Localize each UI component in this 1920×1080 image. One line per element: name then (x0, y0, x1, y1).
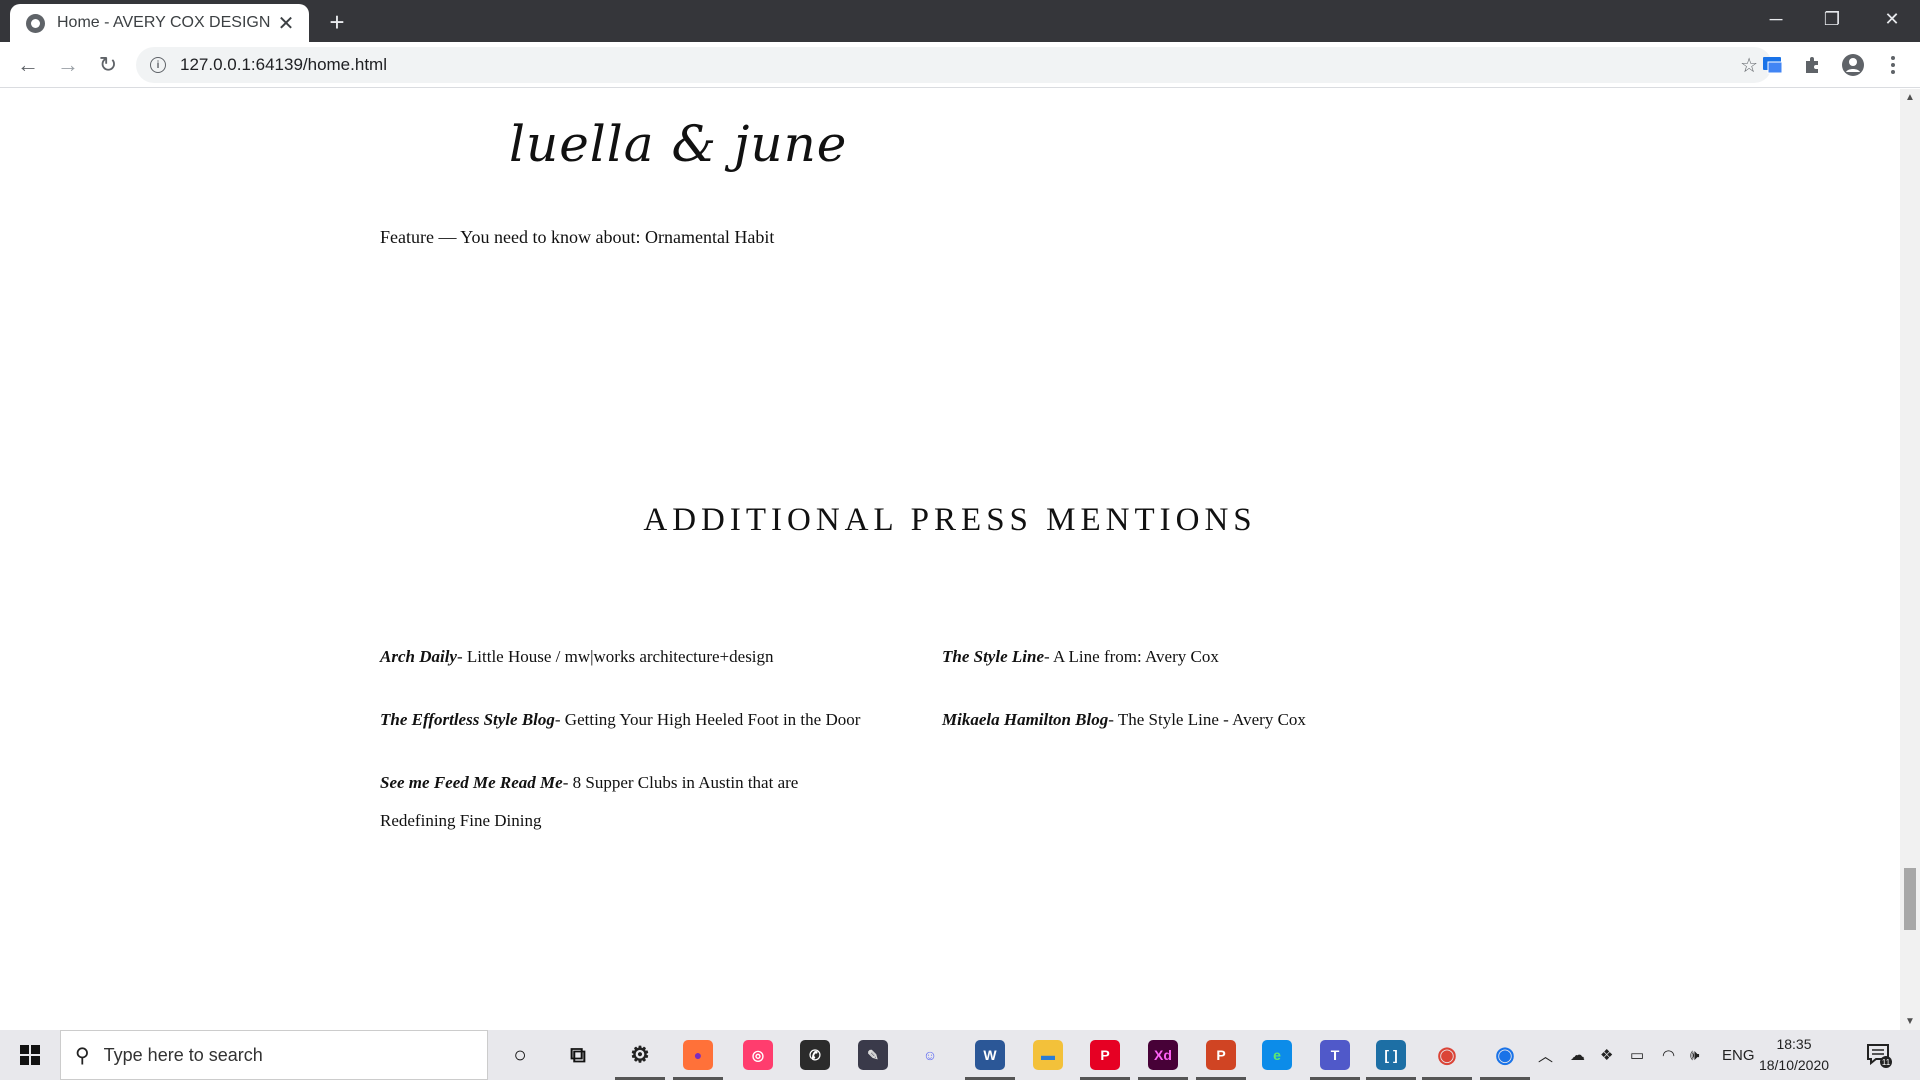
extensions-puzzle-icon[interactable] (1800, 52, 1826, 78)
search-icon: ⚲ (75, 1044, 90, 1067)
pinterest-icon[interactable]: P (1090, 1040, 1120, 1070)
adobe-xd-icon[interactable]: Xd (1148, 1040, 1178, 1070)
reload-button[interactable]: ↻ (92, 49, 124, 81)
site-info-icon[interactable]: i (150, 57, 166, 73)
notification-center-icon[interactable]: 11 (1866, 1042, 1892, 1068)
dropbox-icon[interactable]: ❖ (1600, 1030, 1613, 1080)
mention-source[interactable]: Arch Daily (380, 647, 457, 666)
page-viewport: luella & june Feature — You need to know… (0, 89, 1900, 1030)
edge-icon[interactable]: e (1262, 1040, 1292, 1070)
onedrive-sync-icon[interactable]: ☁ (1570, 1030, 1585, 1080)
mention-source[interactable]: The Style Line (942, 647, 1044, 666)
press-mention[interactable]: See me Feed Me Read Me- 8 Supper Clubs i… (380, 764, 840, 840)
windows-logo-icon (20, 1045, 40, 1065)
mention-title[interactable]: - The Style Line - Avery Cox (1108, 710, 1306, 729)
tab-title: Home - AVERY COX DESIGN (57, 14, 271, 31)
close-tab-icon[interactable]: ✕ (275, 12, 297, 35)
notification-count: 11 (1882, 1058, 1891, 1067)
mention-title[interactable]: - A Line from: Avery Cox (1044, 647, 1219, 666)
file-explorer-icon[interactable]: ▬ (1033, 1040, 1063, 1070)
bookmark-star-icon[interactable]: ☆ (1740, 53, 1758, 78)
mention-title[interactable]: - Getting Your High Heeled Foot in the D… (555, 710, 861, 729)
mention-source[interactable]: See me Feed Me Read Me (380, 773, 563, 792)
restore-button[interactable]: ❐ (1804, 0, 1860, 38)
taskbar-clock[interactable]: 18:35 18/10/2020 (1752, 1034, 1836, 1076)
mention-source[interactable]: The Effortless Style Blog (380, 710, 555, 729)
menu-kebab-icon[interactable] (1880, 52, 1906, 78)
creative-cloud-icon[interactable]: ◎ (743, 1040, 773, 1070)
search-placeholder[interactable]: Type here to search (104, 1045, 263, 1066)
press-mention[interactable]: The Effortless Style Blog- Getting Your … (380, 701, 900, 739)
clock-time: 18:35 (1776, 1036, 1812, 1052)
pen-app-icon[interactable]: ✎ (858, 1040, 888, 1070)
mention-source[interactable]: Mikaela Hamilton Blog (942, 710, 1108, 729)
scroll-down-arrow-icon[interactable]: ▼ (1900, 1013, 1920, 1030)
clock-date: 18/10/2020 (1758, 1057, 1830, 1073)
powerpoint-icon[interactable]: P (1206, 1040, 1236, 1070)
forward-button[interactable]: → (52, 49, 84, 81)
browser-tab[interactable]: Home - AVERY COX DESIGN ✕ (10, 4, 309, 42)
new-tab-button[interactable]: + (322, 7, 352, 37)
feature-link[interactable]: Feature — You need to know about: Orname… (380, 227, 774, 248)
chrome-icon[interactable]: ◉ (1490, 1040, 1520, 1070)
browser-titlebar: Home - AVERY COX DESIGN ✕ + ─ ❐ ✕ (0, 0, 1920, 42)
whatsapp-icon[interactable]: ✆ (800, 1040, 830, 1070)
press-mention[interactable]: Mikaela Hamilton Blog- The Style Line - … (942, 701, 1462, 739)
volume-icon[interactable]: 🕪 (1690, 1030, 1699, 1080)
taskbar-search[interactable]: ⚲ Type here to search (60, 1030, 488, 1080)
scrollbar-thumb[interactable] (1904, 868, 1916, 930)
page-scrollbar[interactable]: ▲ ▼ (1900, 89, 1920, 1030)
profile-avatar-icon[interactable] (1840, 52, 1866, 78)
brackets-icon[interactable]: [ ] (1376, 1040, 1406, 1070)
discord-icon[interactable]: ☺ (915, 1040, 945, 1070)
globe-icon (26, 13, 45, 33)
cast-extension-icon[interactable] (1760, 52, 1786, 78)
address-bar[interactable]: i 127.0.0.1:64139/home.html ☆ (136, 47, 1772, 83)
language-indicator[interactable]: ENG (1722, 1030, 1755, 1080)
teams-icon[interactable]: T (1320, 1040, 1350, 1070)
wifi-icon[interactable]: ◠ (1662, 1030, 1675, 1080)
press-mention[interactable]: The Style Line- A Line from: Avery Cox (942, 638, 1462, 676)
press-mention[interactable]: Arch Daily- Little House / mw|works arch… (380, 638, 900, 676)
word-icon[interactable]: W (975, 1040, 1005, 1070)
scroll-up-arrow-icon[interactable]: ▲ (1900, 89, 1920, 106)
start-button[interactable] (0, 1030, 60, 1080)
browser-toolbar: ← → ↻ i 127.0.0.1:64139/home.html ☆ (0, 42, 1920, 88)
mention-title[interactable]: - Little House / mw|works architecture+d… (457, 647, 774, 666)
firefox-icon[interactable]: ● (683, 1040, 713, 1070)
settings-icon[interactable]: ⚙ (625, 1040, 655, 1070)
battery-icon[interactable]: ▭ (1630, 1030, 1644, 1080)
back-button[interactable]: ← (12, 49, 44, 81)
url-text[interactable]: 127.0.0.1:64139/home.html (180, 55, 1740, 75)
chrome-profile-icon[interactable]: ◉ (1432, 1040, 1462, 1070)
luella-june-logo[interactable]: luella & june (509, 115, 847, 173)
show-hidden-icons-chevron-icon[interactable]: ︿ (1538, 1030, 1553, 1080)
minimize-button[interactable]: ─ (1748, 0, 1804, 38)
cortana-icon[interactable]: ○ (505, 1040, 535, 1070)
press-heading: ADDITIONAL PRESS MENTIONS (643, 502, 1257, 538)
close-window-button[interactable]: ✕ (1864, 0, 1920, 38)
windows-taskbar: ⚲ Type here to search ○ ⧉ ⚙ ● ◎ ✆ ✎ ☺ W ▬ P Xd Pe T [ … (0, 1030, 1920, 1080)
task-view-icon[interactable]: ⧉ (563, 1040, 593, 1070)
